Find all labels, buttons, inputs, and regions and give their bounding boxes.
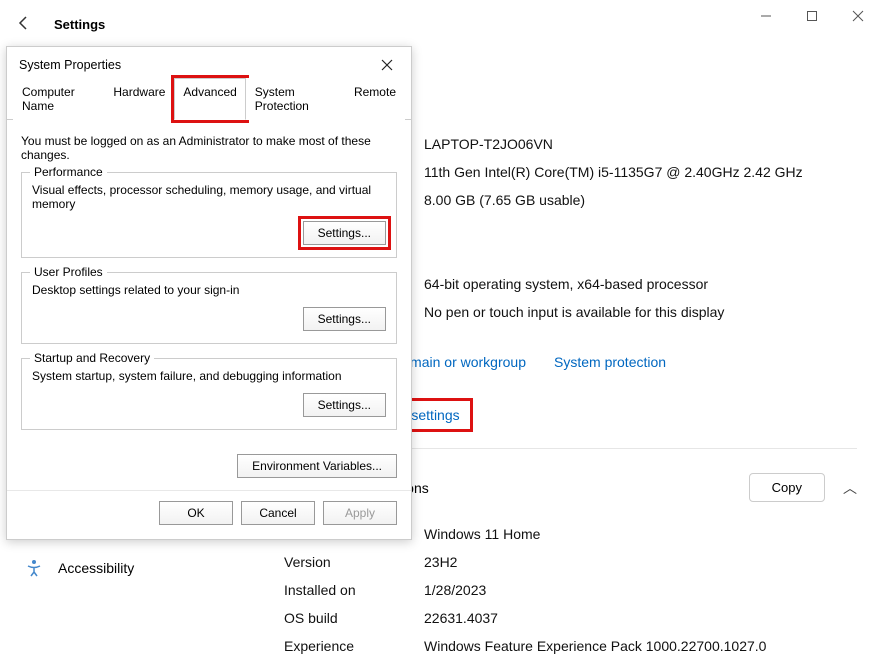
spec-label: Version [284, 554, 424, 570]
tab-remote[interactable]: Remote [345, 78, 405, 120]
close-icon[interactable] [375, 57, 399, 73]
spec-value: LAPTOP-T2JO06VN [424, 136, 857, 152]
sidebar-item-label: Accessibility [58, 560, 134, 576]
spec-value: 8.00 GB (7.65 GB usable) [424, 192, 857, 208]
environment-variables-button[interactable]: Environment Variables... [237, 454, 397, 478]
group-title: User Profiles [30, 265, 107, 279]
spec-value [424, 220, 857, 236]
tab-system-protection[interactable]: System Protection [246, 78, 345, 120]
spec-value: 23H2 [424, 554, 857, 570]
window-controls [743, 0, 881, 32]
dialog-tabs: Computer Name Hardware Advanced System P… [7, 77, 411, 120]
system-properties-dialog: System Properties Computer Name Hardware… [6, 46, 412, 540]
link-system-protection[interactable]: System protection [554, 354, 666, 370]
chevron-up-icon[interactable]: ︿ [843, 478, 857, 498]
spec-value [424, 248, 857, 264]
maximize-icon[interactable] [789, 0, 835, 32]
user-profiles-settings-button[interactable]: Settings... [303, 307, 386, 331]
spec-value: Windows Feature Experience Pack 1000.227… [424, 638, 857, 654]
group-description: Desktop settings related to your sign-in [32, 283, 386, 297]
group-performance: Performance Visual effects, processor sc… [21, 172, 397, 258]
dialog-title: System Properties [19, 58, 121, 72]
link-domain[interactable]: Domain or workgroup [392, 354, 526, 370]
close-icon[interactable] [835, 0, 881, 32]
copy-button[interactable]: Copy [749, 473, 825, 502]
back-icon[interactable] [16, 15, 34, 33]
spec-label: Experience [284, 638, 424, 654]
minimize-icon[interactable] [743, 0, 789, 32]
tab-hardware[interactable]: Hardware [104, 78, 174, 120]
spec-label: OS build [284, 610, 424, 626]
tab-advanced[interactable]: Advanced [174, 78, 245, 120]
spec-value: 1/28/2023 [424, 582, 857, 598]
tab-computer-name[interactable]: Computer Name [13, 78, 104, 120]
group-title: Performance [30, 165, 107, 179]
group-description: System startup, system failure, and debu… [32, 369, 386, 383]
group-startup-recovery: Startup and Recovery System startup, sys… [21, 358, 397, 430]
group-title: Startup and Recovery [30, 351, 154, 365]
spec-value: 11th Gen Intel(R) Core(TM) i5-1135G7 @ 2… [424, 164, 857, 180]
performance-settings-button[interactable]: Settings... [303, 221, 386, 245]
spec-value: No pen or touch input is available for t… [424, 304, 857, 320]
spec-value: Windows 11 Home [424, 526, 857, 542]
startup-recovery-settings-button[interactable]: Settings... [303, 393, 386, 417]
group-user-profiles: User Profiles Desktop settings related t… [21, 272, 397, 344]
spec-value: 64-bit operating system, x64-based proce… [424, 276, 857, 292]
accessibility-icon [24, 558, 44, 578]
app-title: Settings [54, 17, 105, 32]
spec-value: 22631.4037 [424, 610, 857, 626]
admin-note: You must be logged on as an Administrato… [21, 134, 397, 162]
ok-button[interactable]: OK [159, 501, 233, 525]
apply-button[interactable]: Apply [323, 501, 397, 525]
spec-label: Installed on [284, 582, 424, 598]
group-description: Visual effects, processor scheduling, me… [32, 183, 386, 211]
sidebar-item-accessibility[interactable]: Accessibility [8, 548, 252, 588]
cancel-button[interactable]: Cancel [241, 501, 315, 525]
